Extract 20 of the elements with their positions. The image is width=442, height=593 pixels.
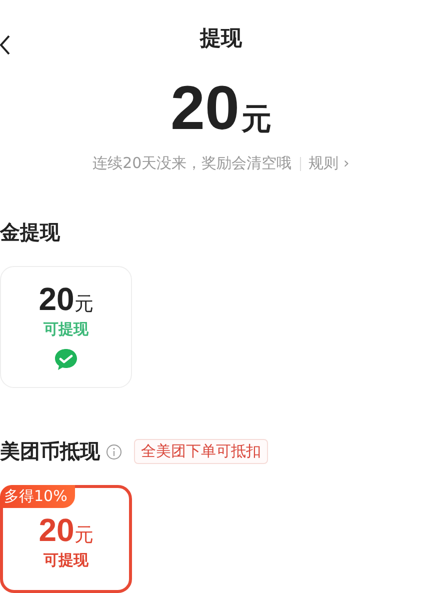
back-icon[interactable] (0, 34, 10, 56)
expiry-notice: 连续20天没来，奖励会清空哦 (92, 154, 292, 173)
chat-bubble-check-icon (53, 347, 79, 373)
bonus-badge: 多得10% (0, 485, 76, 508)
rules-link[interactable]: 规则 › (308, 154, 350, 173)
option-unit: 元 (74, 524, 94, 546)
option-unit: 元 (74, 293, 94, 315)
promo-tag: 全美团下单可抵扣 (134, 439, 268, 464)
balance-unit: 元 (241, 101, 272, 139)
option-amount: 20 (38, 281, 74, 317)
option-label: 可提现 (44, 320, 88, 339)
section-title: 金提现 (0, 219, 60, 246)
option-amount: 20 (38, 512, 74, 548)
balance-amount: 20 (170, 76, 240, 142)
page-title: 提现 (200, 25, 242, 52)
option-label: 可提现 (44, 551, 88, 570)
withdraw-option[interactable]: 20元 可提现 (0, 266, 132, 388)
info-icon[interactable] (106, 444, 122, 460)
section-title: 美团币抵现 (0, 438, 100, 465)
withdraw-option[interactable]: 多得10% 20元 可提现 (0, 485, 132, 593)
